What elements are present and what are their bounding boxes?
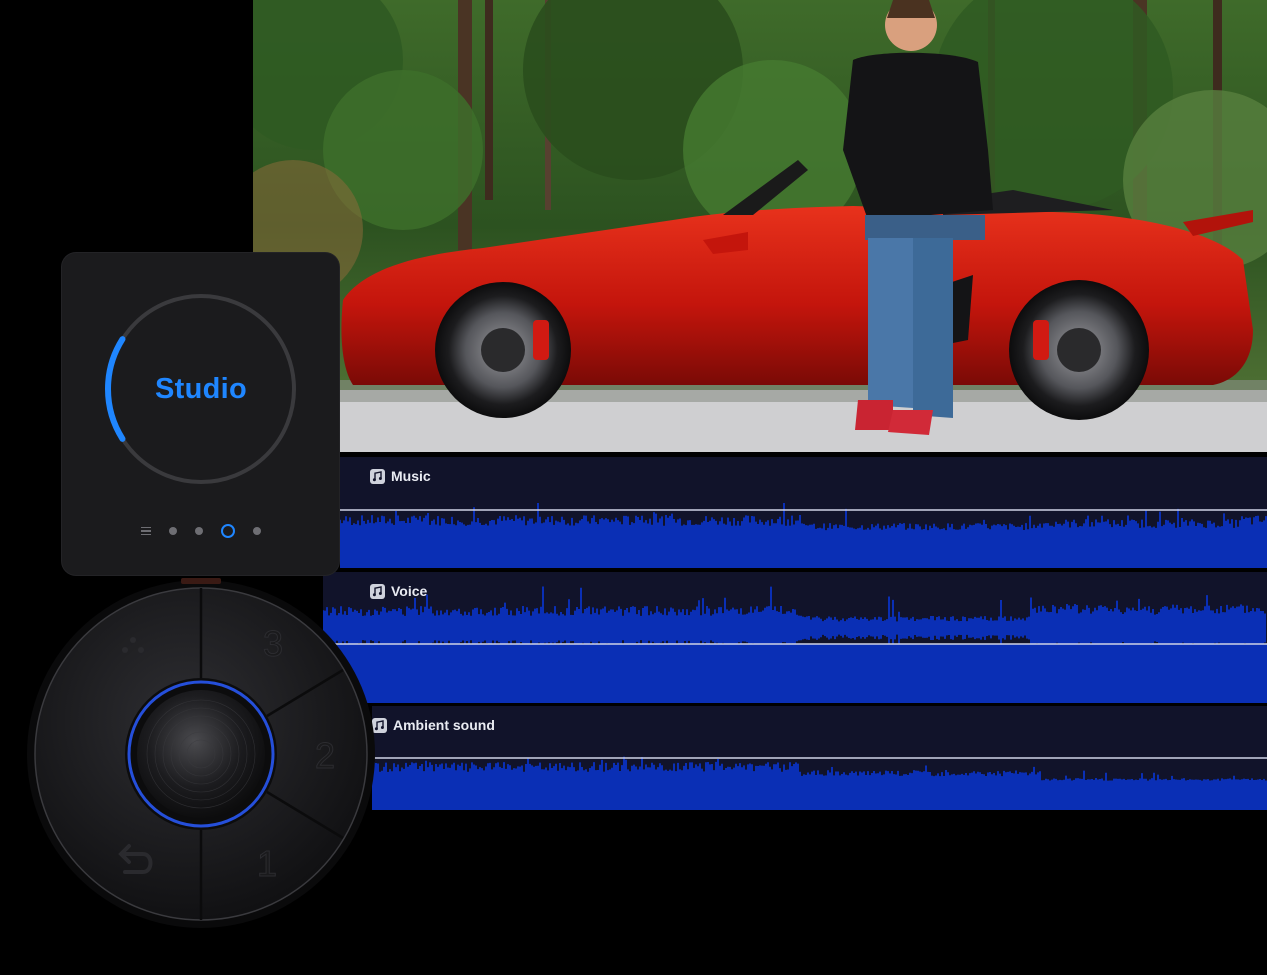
menu-icon[interactable] <box>140 526 151 536</box>
car-and-person-illustration <box>253 0 1267 452</box>
preset-1-button[interactable]: 1 <box>257 843 278 885</box>
waveform-body <box>323 644 1267 703</box>
waveform-body <box>340 539 1267 568</box>
track-music[interactable]: Music <box>340 457 1267 568</box>
mode-pager[interactable] <box>62 521 339 541</box>
track-voice[interactable]: Voice <box>323 572 1267 703</box>
waveform-body <box>372 784 1267 810</box>
voice-waveform <box>323 586 1267 703</box>
preset-3-button[interactable]: 3 <box>263 623 284 665</box>
pager-dot[interactable] <box>194 527 203 535</box>
preset-2-button[interactable]: 2 <box>315 735 336 777</box>
track-ambient[interactable]: Ambient sound <box>372 706 1267 810</box>
pager-dot-active[interactable] <box>220 524 235 538</box>
music-waveform <box>340 502 1267 568</box>
ambient-waveform <box>372 756 1267 810</box>
remote-control-knob[interactable]: 3 2 1 <box>25 578 377 930</box>
hero-photo <box>253 0 1267 452</box>
mode-label: Studio <box>154 372 247 405</box>
center-dial[interactable] <box>137 690 265 818</box>
sound-mode-card[interactable]: Studio <box>62 253 339 575</box>
pager-dot[interactable] <box>168 527 177 535</box>
pager-dot[interactable] <box>252 527 261 535</box>
